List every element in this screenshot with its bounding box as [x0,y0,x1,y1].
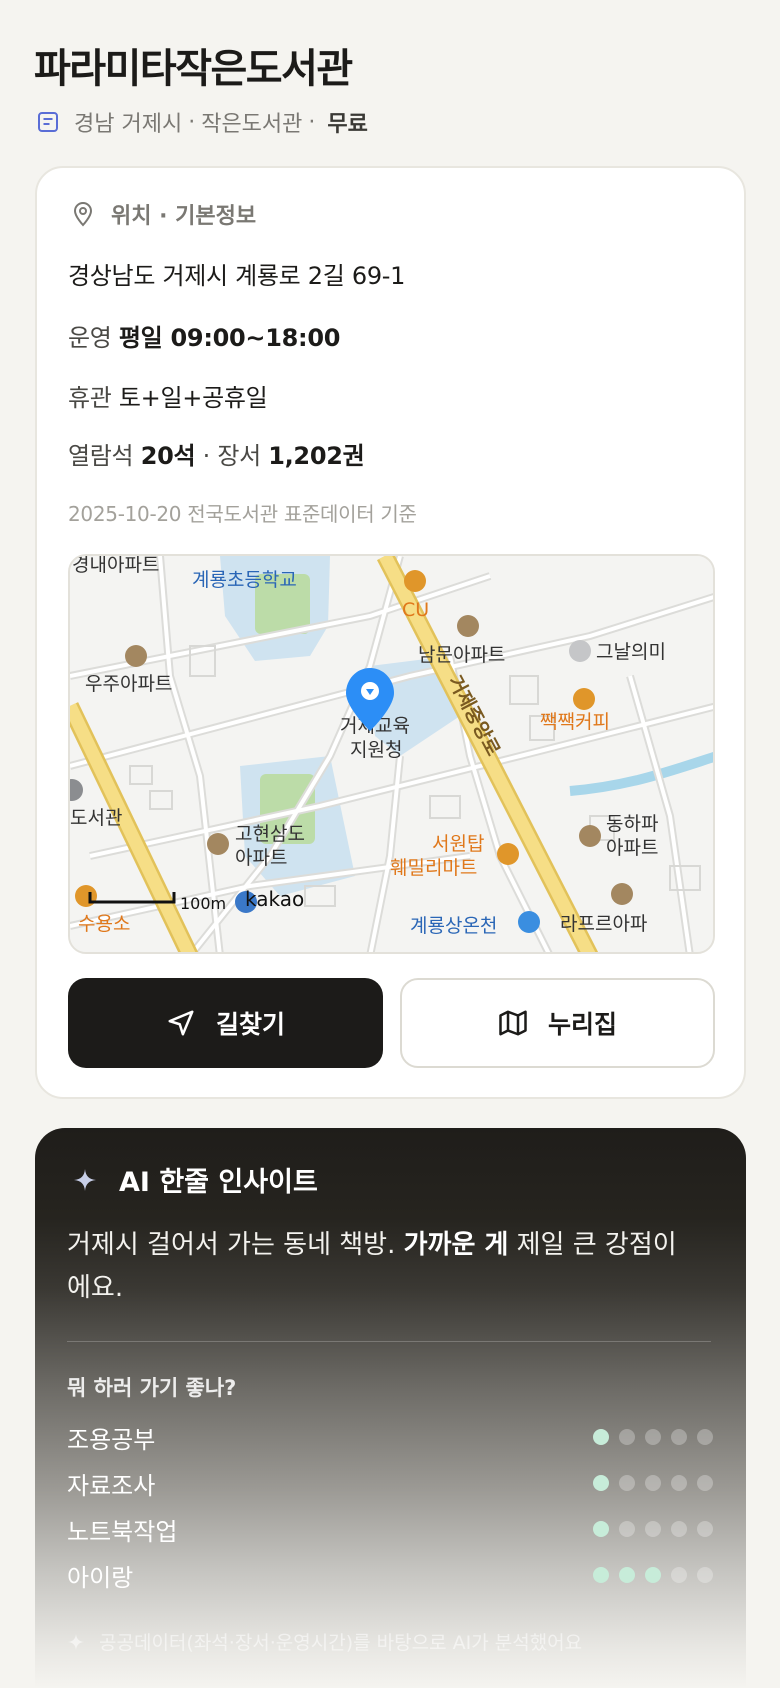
activity-name: 아이랑 [67,1563,134,1592]
separator: · [188,109,196,135]
rating-dot-filled [593,1567,609,1583]
map-icon [499,1010,527,1036]
map-label: 계룡상온천 [410,915,497,937]
location-pin-icon [73,202,93,227]
closed-row: 휴관 토+일+공휴일 [68,378,268,413]
map-label: 훼밀리마트 [390,857,477,879]
rating-dot-empty [619,1429,635,1445]
rating-dot-empty [671,1475,687,1491]
rating-dot-empty [619,1475,635,1491]
map-label: 도서관 [70,807,122,829]
activity-name: 자료조사 [67,1471,156,1500]
rating-dot-empty [645,1521,661,1537]
activity-question: 뭐 하러 가기 좋나? [67,1376,237,1400]
activity-rating [593,1475,713,1491]
sparkle-icon [74,1168,96,1191]
map-label: 동하파 [606,813,658,835]
section-header: 위치 · 기본정보 [71,198,256,230]
navigation-arrow-icon [168,1010,194,1036]
activity-row: 조용공부 [67,1417,713,1457]
ai-insight-title: AI 한줄 인사이트 [119,1167,318,1198]
capacity-row: 열람석 20석 · 장서 1,202권 [68,436,365,471]
activity-row: 노트북작업 [67,1509,713,1549]
map-brand: kakao [245,887,304,911]
activity-rating [593,1521,713,1537]
activity-rating [593,1429,713,1445]
rating-dot-filled [619,1567,635,1583]
map-label: 짹짹커피 [540,711,610,733]
library-type: 작은도서관 [201,112,303,137]
activity-name: 노트북작업 [67,1517,178,1546]
books-value: 1,202권 [268,442,365,470]
ai-insight-text: 거제시 걸어서 가는 동네 책방. 가까운 게 제일 큰 강점이에요. [67,1224,687,1310]
rating-dot-empty [697,1521,713,1537]
seats-label: 열람석 [68,442,134,470]
website-button[interactable]: 누리집 [400,978,715,1068]
ai-footnote-text: 공공데이터(좌석·장서·운영시간)를 바탕으로 AI가 분석했어요 [99,1632,583,1654]
map-label: 서원탑 [432,833,484,855]
map-label: 라프르아파 [560,913,647,935]
directions-label: 길찾기 [215,1010,285,1039]
ai-insight-card: AI 한줄 인사이트 거제시 걸어서 가는 동네 책방. 가까운 게 제일 큰 … [35,1128,746,1688]
rating-dot-empty [697,1475,713,1491]
region-text: 경남 거제시 [74,112,183,137]
closed-label: 휴관 [68,384,112,412]
ai-text-pre: 거제시 걸어서 가는 동네 책방. [67,1230,404,1260]
books-label: 장서 [217,442,261,470]
section-title: 위치 · 기본정보 [111,204,257,229]
divider [67,1341,711,1342]
closed-value: 토+일+공휴일 [118,384,268,412]
separator: · [308,109,316,135]
directions-button[interactable]: 길찾기 [68,978,383,1068]
map-label: 그날의미 [596,641,666,663]
map-label: 계룡초등학교 [192,569,297,591]
activity-row: 아이랑 [67,1555,713,1595]
ai-footnote: 공공데이터(좌석·장서·운영시간)를 바탕으로 AI가 분석했어요 [67,1628,582,1655]
rating-dot-empty [697,1429,713,1445]
map-label: 아파트 [606,837,658,859]
rating-dot-filled [645,1567,661,1583]
map-view[interactable]: 경내아파트 계룡초등학교 CU 남문아파트 그날의미 우주아파트 짹짹커피 거제… [68,554,715,954]
rating-dot-empty [671,1429,687,1445]
ai-insight-header: AI 한줄 인사이트 [73,1160,318,1199]
page-title: 파라미타작은도서관 [34,46,353,92]
ai-text-highlight: 가까운 게 [403,1230,509,1260]
activity-rating [593,1567,713,1583]
address: 경상남도 거제시 계룡로 2길 69-1 [68,262,406,290]
map-scale-label: 100m [180,894,226,913]
rating-dot-empty [619,1521,635,1537]
hours-row: 운영 평일 09:00~18:00 [68,318,340,353]
rating-dot-filled [593,1429,609,1445]
data-source-note: 2025-10-20 전국도서관 표준데이터 기준 [68,502,417,526]
seats-value: 20석 [140,442,196,470]
map-label: 수용소 [78,913,130,935]
map-label: 지원청 [350,739,402,761]
fee-badge: 무료 [327,112,368,137]
separator: · [202,442,211,470]
map-label: 고현삼도 [235,823,305,845]
map-label: 우주아파트 [85,673,172,695]
activity-name: 조용공부 [67,1425,156,1454]
map-label: 아파트 [235,847,287,869]
map-label: 남문아파트 [418,644,505,666]
hours-value: 평일 09:00~18:00 [118,324,341,352]
document-icon [38,112,58,132]
website-label: 누리집 [547,1010,617,1039]
rating-dot-empty [645,1429,661,1445]
hours-label: 운영 [68,324,112,352]
rating-dot-filled [593,1521,609,1537]
rating-dot-filled [593,1475,609,1491]
rating-dot-empty [671,1521,687,1537]
sparkle-icon [67,1633,85,1650]
rating-dot-empty [697,1567,713,1583]
map-label: 경내아파트 [72,556,159,576]
info-card: 위치 · 기본정보 경상남도 거제시 계룡로 2길 69-1 운영 평일 09:… [35,166,746,1099]
rating-dot-empty [645,1475,661,1491]
activity-row: 자료조사 [67,1463,713,1503]
library-meta: 경남 거제시 · 작은도서관 · 무료 [36,106,368,138]
map-label: CU [402,599,429,621]
rating-dot-empty [671,1567,687,1583]
